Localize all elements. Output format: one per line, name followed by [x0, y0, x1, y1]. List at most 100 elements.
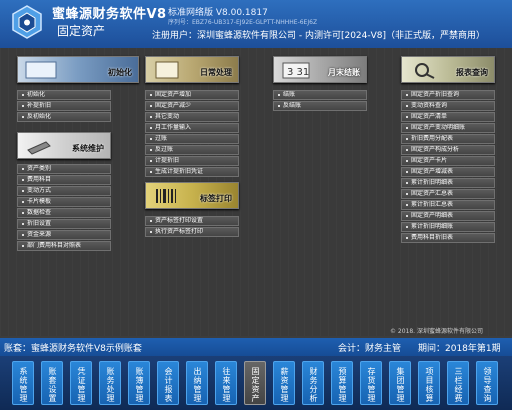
bullet-icon	[22, 211, 24, 214]
menu-item[interactable]: 月工作量输入	[145, 123, 239, 133]
menu-item[interactable]: 固定资产卡片	[401, 156, 495, 166]
toolbar-button-system[interactable]: 系统管理	[12, 361, 34, 405]
toolbar-button-budget[interactable]: 预算管理	[331, 361, 353, 405]
menu-item[interactable]: 补提折旧	[17, 101, 111, 111]
menu-item[interactable]: 固定资产汇总表	[401, 189, 495, 199]
menu-item[interactable]: 变动方式	[17, 186, 111, 196]
menu-item[interactable]: 累计折旧汇总表	[401, 200, 495, 210]
banner-label-print[interactable]: 标签打印	[145, 182, 239, 209]
menu-item[interactable]: 累计折旧明细表	[401, 178, 495, 188]
bullet-icon	[150, 126, 152, 129]
banner-system[interactable]: 系统维护	[17, 132, 111, 159]
menu-item[interactable]: 费用科目	[17, 175, 111, 185]
monitor-icon	[25, 61, 57, 79]
toolbar-button-account-set[interactable]: 账套设置	[41, 361, 63, 405]
menu-item[interactable]: 初始化	[17, 90, 111, 100]
banner-init[interactable]: 初始化	[17, 56, 139, 83]
menu-item[interactable]: 生成计提折旧凭证	[145, 167, 239, 177]
menu-item[interactable]: 固定资产增加	[145, 90, 239, 100]
bullet-icon	[22, 104, 24, 107]
account-set-info: 账套：蜜蜂源财务软件V8示例账套	[4, 344, 142, 354]
toolbar-button-cashier[interactable]: 出纳管理	[186, 361, 208, 405]
bullet-icon	[150, 230, 152, 233]
bullet-icon	[22, 167, 24, 170]
menu-item[interactable]: 部门费用科目对照表	[17, 241, 111, 251]
menu-item[interactable]: 固定资产增减表	[401, 167, 495, 177]
bullet-icon	[406, 104, 408, 107]
toolbar-button-voucher[interactable]: 凭证管理	[70, 361, 92, 405]
menu-item[interactable]: 反结账	[273, 101, 367, 111]
toolbar-button-analysis[interactable]: 财务分析	[302, 361, 324, 405]
menu-item[interactable]: 资产类别	[17, 164, 111, 174]
menu-item[interactable]: 数据检查	[17, 208, 111, 218]
wrench-icon	[27, 141, 51, 155]
copyright-text: © 2018. 深圳蜜蜂源软件有限公司	[390, 328, 483, 335]
bullet-icon	[150, 137, 152, 140]
bullet-icon	[22, 244, 24, 247]
toolbar-button-inventory[interactable]: 存货管理	[360, 361, 382, 405]
bullet-icon	[406, 181, 408, 184]
menu-item[interactable]: 费用科目折旧表	[401, 233, 495, 243]
toolbar-button-reports[interactable]: 会计报表	[157, 361, 179, 405]
menu-item[interactable]: 固定资产明细表	[401, 211, 495, 221]
banner-month-end[interactable]: 3 31 月末结账	[273, 56, 367, 83]
toolbar-button-executive[interactable]: 领导查询	[476, 361, 498, 405]
bullet-icon	[22, 93, 24, 96]
bullet-icon	[406, 115, 408, 118]
menu-item[interactable]: 计提折旧	[145, 156, 239, 166]
menu-item[interactable]: 过账	[145, 134, 239, 144]
bullet-icon	[406, 203, 408, 206]
bullet-icon	[278, 104, 280, 107]
menu-item[interactable]: 固定资产清单	[401, 112, 495, 122]
menu-item[interactable]: 折旧设置	[17, 219, 111, 229]
bullet-icon	[22, 189, 24, 192]
bullet-icon	[150, 115, 152, 118]
toolbar-button-funds[interactable]: 三栏经费	[447, 361, 469, 405]
app-brand: 蜜蜂源财务软件V8	[52, 7, 167, 22]
menu-item[interactable]: 折旧费用分配表	[401, 134, 495, 144]
bullet-icon	[278, 93, 280, 96]
bullet-icon	[406, 170, 408, 173]
serial-number: 序列号：EBZ76-UB317-EJ92E-GLPTT-NHHHE-6EJ6Z	[168, 19, 318, 26]
bullet-icon	[406, 159, 408, 162]
menu-item[interactable]: 累计折旧明细账	[401, 222, 495, 232]
menu-item[interactable]: 资金来源	[17, 230, 111, 240]
banner-month-end-label: 月末结账	[328, 68, 360, 77]
bullet-icon	[150, 93, 152, 96]
menu-item[interactable]: 变动资料查询	[401, 101, 495, 111]
toolbar-button-payroll[interactable]: 薪资管理	[273, 361, 295, 405]
period-info: 期间：2018年第1期	[418, 344, 501, 354]
banner-daily-label: 日常处理	[200, 68, 232, 77]
toolbar-button-receivables[interactable]: 往来管理	[215, 361, 237, 405]
menu-item[interactable]: 结账	[273, 90, 367, 100]
toolbar-button-ledger[interactable]: 账簿管理	[128, 361, 150, 405]
bullet-icon	[150, 159, 152, 162]
menu-item[interactable]: 固定资产减少	[145, 101, 239, 111]
menu-item[interactable]: 卡片模板	[17, 197, 111, 207]
menu-item[interactable]: 固定资产折旧查询	[401, 90, 495, 100]
magnifier-icon	[415, 63, 435, 79]
toolbar-button-accounting[interactable]: 账务处理	[99, 361, 121, 405]
bullet-icon	[22, 222, 24, 225]
menu-item[interactable]: 反过账	[145, 145, 239, 155]
banner-daily[interactable]: 日常处理	[145, 56, 239, 83]
toolbar-button-fixed-assets[interactable]: 固定资产	[244, 361, 266, 405]
banner-report[interactable]: 报表查询	[401, 56, 495, 83]
toolbar-button-project[interactable]: 项目核算	[418, 361, 440, 405]
menu-item[interactable]: 固定资产变动明细账	[401, 123, 495, 133]
bullet-icon	[406, 126, 408, 129]
banner-label-print-label: 标签打印	[200, 194, 232, 203]
bullet-icon	[406, 93, 408, 96]
bullet-icon	[150, 219, 152, 222]
bullet-icon	[150, 148, 152, 151]
menu-item[interactable]: 资产标签打印设置	[145, 216, 239, 226]
module-title: 固定资产	[57, 24, 106, 38]
menu-item[interactable]: 反初始化	[17, 112, 111, 122]
bullet-icon	[150, 170, 152, 173]
toolbar-button-group[interactable]: 集团管理	[389, 361, 411, 405]
menu-item[interactable]: 其它变动	[145, 112, 239, 122]
menu-item[interactable]: 执行资产标签打印	[145, 227, 239, 237]
bullet-icon	[22, 200, 24, 203]
menu-item[interactable]: 固定资产构成分析	[401, 145, 495, 155]
bullet-icon	[406, 236, 408, 239]
